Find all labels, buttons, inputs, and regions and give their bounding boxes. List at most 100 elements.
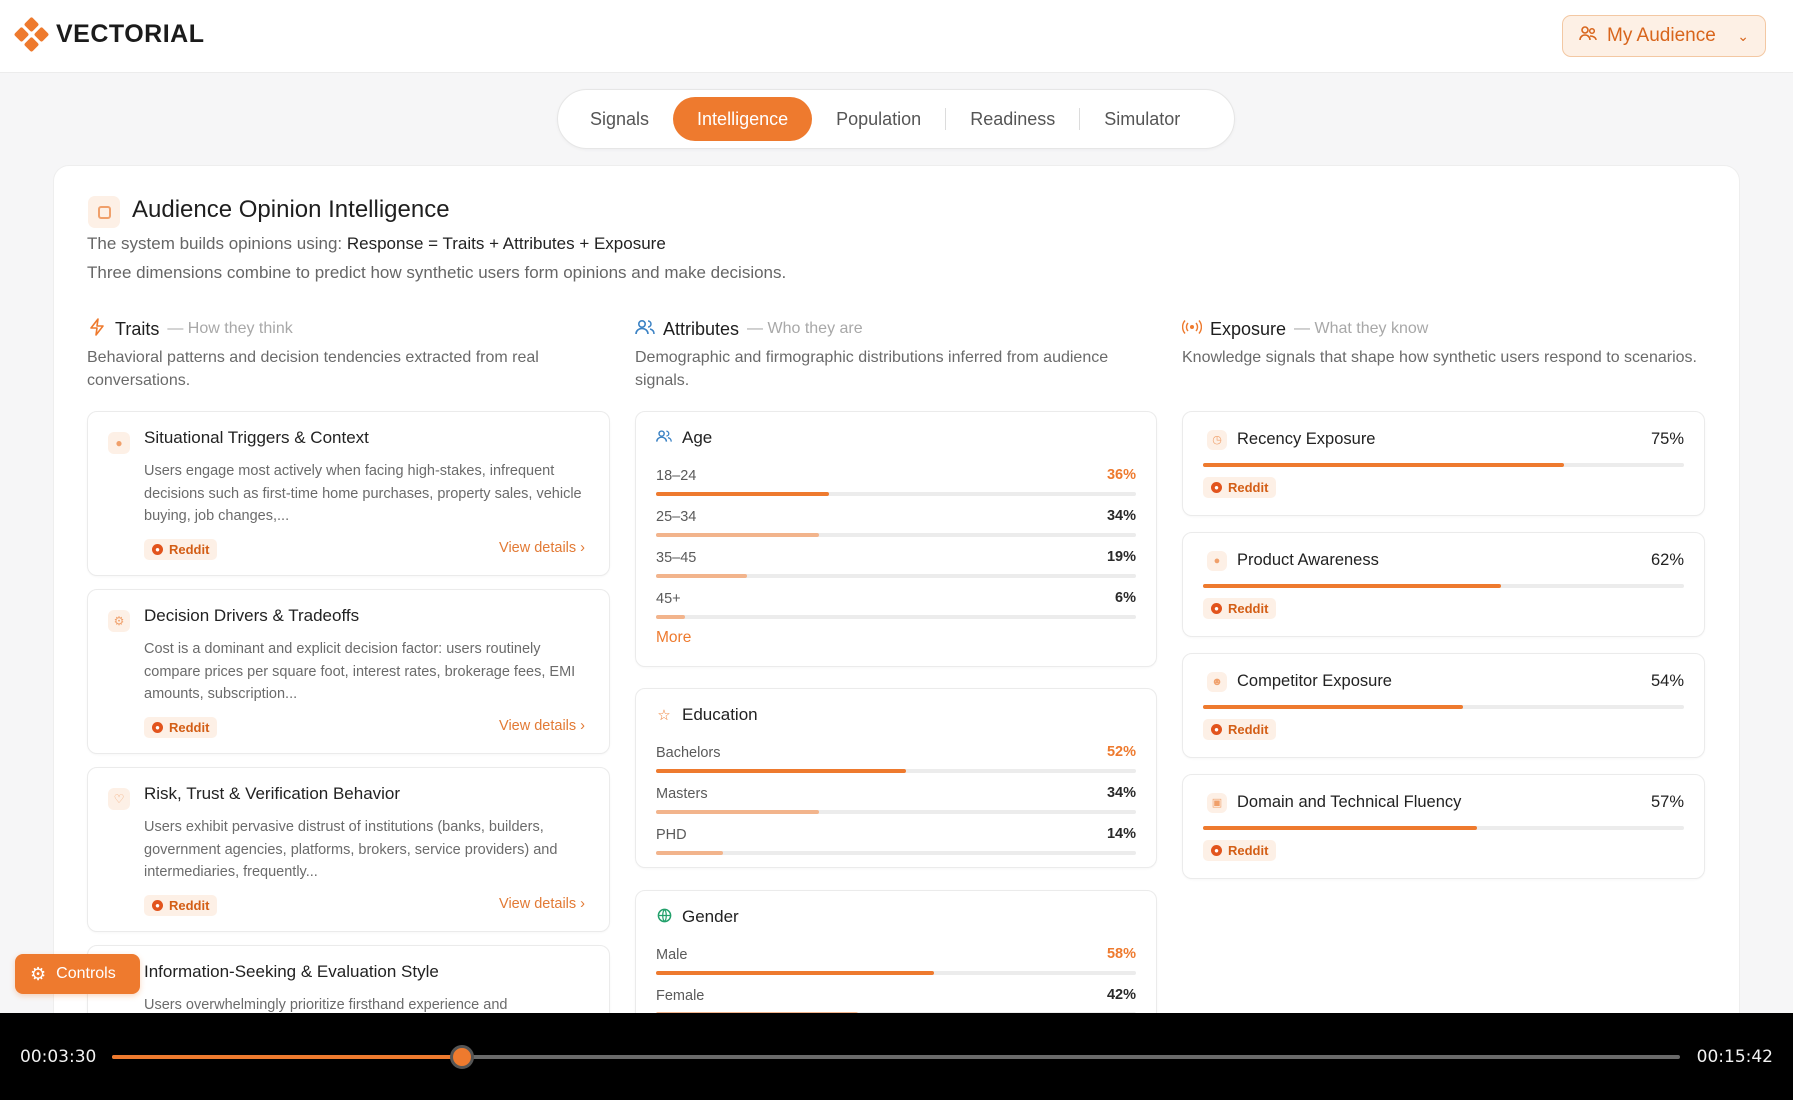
age-bar-fill <box>656 574 748 578</box>
age-bar-fill <box>656 492 829 496</box>
lightning-icon <box>87 317 107 341</box>
controls-button[interactable]: ⚙ Controls <box>15 954 140 994</box>
exposure-bar-fill <box>1203 705 1463 709</box>
trait-card[interactable]: ● Situational Triggers & Context Users e… <box>87 411 610 576</box>
source-badge: ● Reddit <box>1203 477 1277 498</box>
page-subtitle: Three dimensions combine to predict how … <box>87 263 787 282</box>
gender-row: Male 58% <box>656 946 1136 975</box>
exposure-card[interactable]: ▣ Domain and Technical Fluency 57% ● Redd… <box>1182 774 1705 879</box>
age-row: 25–34 34% <box>656 508 1136 537</box>
gender-row: Female 42% <box>656 987 1136 1016</box>
traits-column-header: Traits — How they think Behavioral patte… <box>87 317 609 392</box>
exposure-column-header: Exposure — What they know Knowledge sign… <box>1181 318 1704 392</box>
attributes-subtitle: — Who they are <box>747 320 863 337</box>
source-label: Reddit <box>1228 843 1269 858</box>
reddit-icon: ● <box>152 722 163 733</box>
tab-readiness[interactable]: Readiness <box>946 97 1079 141</box>
education-bar-fill <box>656 769 906 773</box>
chevron-down-icon: ⌄ <box>1737 27 1749 44</box>
trait-title: Situational Triggers & Context <box>144 428 369 447</box>
education-row: Bachelors 52% <box>656 744 1136 773</box>
tab-intelligence[interactable]: Intelligence <box>673 97 813 141</box>
source-label: Reddit <box>1228 480 1269 495</box>
trait-description: Cost is a dominant and explicit decision… <box>144 641 576 702</box>
view-details-link[interactable]: View details › <box>499 540 585 556</box>
traits-title: Traits <box>115 318 160 339</box>
my-audience-label: My Audience <box>1607 25 1716 46</box>
progress-track[interactable] <box>112 1045 1680 1069</box>
source-label: Reddit <box>169 898 210 913</box>
reddit-icon: ● <box>1211 482 1222 493</box>
attributes-description: Demographic and firmographic distributio… <box>635 349 1109 389</box>
brand-name: VECTORIAL <box>56 19 205 48</box>
exposure-bar-fill <box>1203 463 1564 467</box>
video-player-bar: 00:03:30 00:15:42 <box>0 1013 1793 1100</box>
main-tabs: Signals Intelligence Population Readines… <box>557 89 1235 149</box>
formula-prefix: The system builds opinions using: <box>87 234 347 253</box>
globe-icon <box>656 908 672 927</box>
trait-card[interactable]: ⚙ Decision Drivers & Tradeoffs Cost is a… <box>87 589 610 754</box>
formula: Response = Traits + Attributes + Exposur… <box>346 234 666 253</box>
tab-signals[interactable]: Signals <box>566 97 673 141</box>
exposure-subtitle: — What they know <box>1294 320 1429 337</box>
audience-icon <box>1579 25 1597 47</box>
exposure-bar-fill <box>1203 826 1478 830</box>
age-bar-fill <box>656 533 820 537</box>
total-time: 00:15:42 <box>1696 1047 1773 1067</box>
gender-bar-fill <box>656 971 935 975</box>
reddit-icon: ● <box>1211 603 1222 614</box>
source-badge: ● Reddit <box>1203 598 1277 619</box>
exposure-card[interactable]: ● Product Awareness 62% ● Reddit <box>1182 532 1705 637</box>
tab-population[interactable]: Population <box>812 97 945 141</box>
exposure-percent: 57% <box>1650 793 1684 811</box>
heart-icon: ♡ <box>108 788 130 810</box>
brand-logo-icon <box>13 16 50 53</box>
exposure-title: Domain and Technical Fluency <box>1237 793 1462 811</box>
age-row: 18–24 36% <box>656 467 1136 496</box>
exposure-percent: 54% <box>1650 672 1684 690</box>
exposure-title: Exposure <box>1210 318 1287 339</box>
lightbulb-icon: ● <box>108 432 130 454</box>
exposure-percent: 75% <box>1650 430 1684 448</box>
top-bar: VECTORIAL My Audience ⌄ <box>0 0 1793 73</box>
reddit-icon: ● <box>1211 845 1222 856</box>
age-title: Age <box>682 428 713 447</box>
clock-icon: ◷ <box>1207 430 1227 450</box>
reddit-icon: ● <box>152 900 163 911</box>
page-title: Audience Opinion Intelligence <box>132 196 450 223</box>
education-title: Education <box>682 705 758 724</box>
controls-label: Controls <box>56 965 116 982</box>
source-label: Reddit <box>169 720 210 735</box>
education-bar-fill <box>656 810 820 814</box>
trait-description: Users engage most actively when facing h… <box>144 463 582 524</box>
exposure-title: Recency Exposure <box>1237 430 1376 448</box>
tab-simulator[interactable]: Simulator <box>1080 97 1204 141</box>
star-icon: ☆ <box>657 707 671 724</box>
progress-handle[interactable] <box>449 1045 474 1069</box>
exposure-card[interactable]: ☻ Competitor Exposure 54% ● Reddit <box>1182 653 1705 758</box>
view-details-link[interactable]: View details › <box>499 896 585 912</box>
exposure-card[interactable]: ◷ Recency Exposure 75% ● Reddit <box>1182 411 1705 516</box>
my-audience-button[interactable]: My Audience ⌄ <box>1562 15 1766 57</box>
brand[interactable]: VECTORIAL <box>13 16 205 53</box>
trait-card[interactable]: ♡ Risk, Trust & Verification Behavior Us… <box>87 767 610 932</box>
chip-icon: ▣ <box>1207 793 1227 813</box>
source-badge: ● Reddit <box>144 539 218 560</box>
trait-title: Risk, Trust & Verification Behavior <box>144 784 401 803</box>
exposure-description: Knowledge signals that shape how synthet… <box>1182 349 1697 366</box>
intelligence-icon <box>88 196 120 228</box>
trait-title: Information-Seeking & Evaluation Style <box>144 962 439 981</box>
exposure-percent: 62% <box>1650 551 1684 569</box>
gear-icon: ⚙ <box>30 963 47 984</box>
view-details-link[interactable]: View details › <box>499 718 585 734</box>
source-label: Reddit <box>169 542 210 557</box>
traits-subtitle: — How they think <box>167 320 293 337</box>
users-icon: ☻ <box>1207 672 1227 692</box>
lightbulb-icon: ● <box>1207 551 1227 571</box>
age-more-link[interactable]: More <box>656 629 691 647</box>
trait-title: Decision Drivers & Tradeoffs <box>144 606 360 625</box>
source-label: Reddit <box>1228 722 1269 737</box>
users-icon <box>635 319 655 340</box>
source-badge: ● Reddit <box>1203 719 1277 740</box>
gear-icon: ⚙ <box>108 610 130 632</box>
